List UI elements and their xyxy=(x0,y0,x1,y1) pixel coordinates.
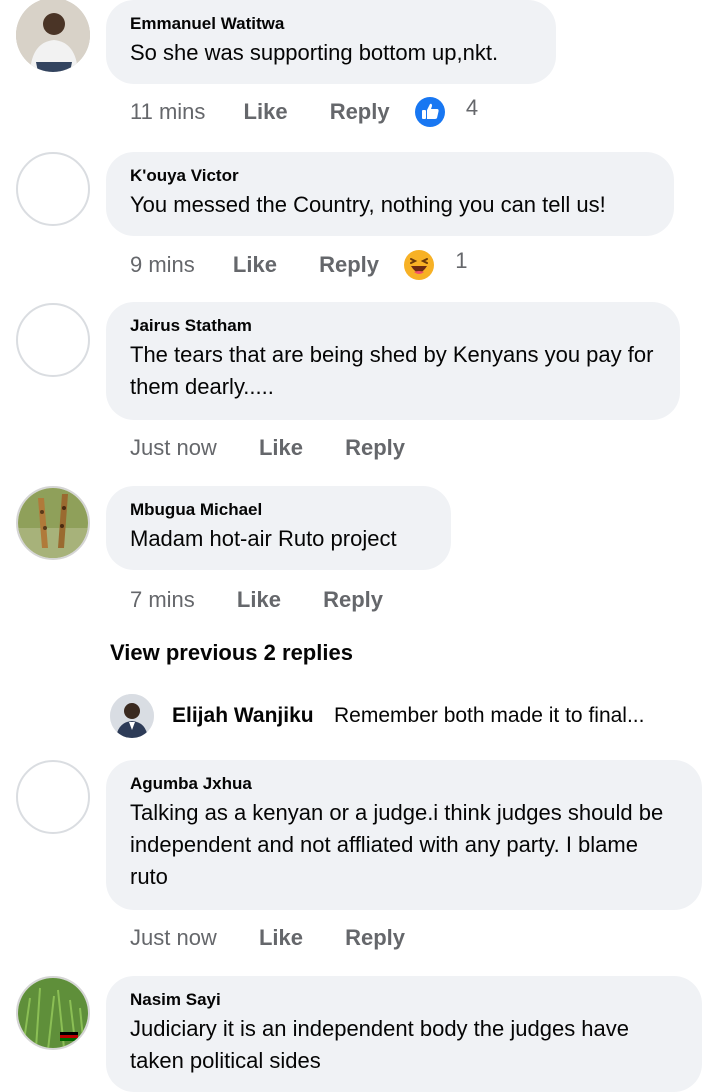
like-button[interactable]: Like xyxy=(244,97,288,127)
reply-author[interactable]: Elijah Wanjiku xyxy=(172,704,314,728)
comment-author[interactable]: Agumba Jxhua xyxy=(130,774,678,794)
reply-text: Remember both made it to final... xyxy=(334,704,645,727)
avatar-jairus-statham[interactable] xyxy=(16,303,90,377)
profile-photo-icon xyxy=(16,0,90,72)
comment-author[interactable]: Jairus Statham xyxy=(130,316,656,336)
avatar-mbugua-michael[interactable] xyxy=(16,486,90,560)
like-button[interactable]: Like xyxy=(259,923,303,953)
reaction-count[interactable]: 1 xyxy=(455,246,467,276)
reply-button[interactable]: Reply xyxy=(319,250,379,280)
reply-button[interactable]: Reply xyxy=(345,923,405,953)
reply-preview[interactable]: Elijah Wanjiku Remember both made it to … xyxy=(110,692,710,740)
comment-text: The tears that are being shed by Kenyans… xyxy=(130,342,654,399)
comment-text: You messed the Country, nothing you can … xyxy=(130,192,606,217)
like-reaction-icon[interactable] xyxy=(414,96,446,128)
reaction-count[interactable]: 4 xyxy=(466,93,478,123)
comment-text: Judiciary it is an independent body the … xyxy=(130,1016,630,1073)
comment-actions: 9 mins Like Reply 1 xyxy=(130,246,468,281)
avatar-nasim-sayi[interactable] xyxy=(16,976,90,1050)
comment-bubble[interactable]: Nasim Sayi Judiciary it is an independen… xyxy=(106,976,702,1092)
comment-author[interactable]: Mbugua Michael xyxy=(130,500,427,520)
comment-bubble[interactable]: Jairus Statham The tears that are being … xyxy=(106,302,680,420)
avatar-emmanuel-watitwa[interactable] xyxy=(16,0,90,72)
comment-text: So she was supporting bottom up,nkt. xyxy=(130,40,499,65)
comment-actions: Just now Like Reply xyxy=(130,922,405,952)
comment-time[interactable]: Just now xyxy=(130,433,217,463)
comment-bubble[interactable]: K'ouya Victor You messed the Country, no… xyxy=(106,152,674,236)
comment-author[interactable]: K'ouya Victor xyxy=(130,166,650,186)
laughing-emoji-icon[interactable] xyxy=(403,249,435,281)
comment-text: Talking as a kenyan or a judge.i think j… xyxy=(130,800,664,889)
comment-time[interactable]: 7 mins xyxy=(130,585,195,615)
comment-actions: 7 mins Like Reply xyxy=(130,584,383,614)
avatar-kouya-victor[interactable] xyxy=(16,152,90,226)
avatar-agumba-jxhua[interactable] xyxy=(16,760,90,834)
comment-bubble[interactable]: Emmanuel Watitwa So she was supporting b… xyxy=(106,0,556,84)
comment-actions: 11 mins Like Reply 4 xyxy=(130,93,478,128)
view-previous-replies-link[interactable]: View previous 2 replies xyxy=(110,640,353,666)
comment-time[interactable]: Just now xyxy=(130,923,217,953)
comment-text: Madam hot-air Ruto project xyxy=(130,526,397,551)
comment-bubble[interactable]: Agumba Jxhua Talking as a kenyan or a ju… xyxy=(106,760,702,910)
giraffe-photo-icon xyxy=(18,488,88,558)
reply-button[interactable]: Reply xyxy=(323,585,383,615)
comment-author[interactable]: Emmanuel Watitwa xyxy=(130,14,532,34)
comment-actions: Just now Like Reply xyxy=(130,432,405,462)
like-button[interactable]: Like xyxy=(259,433,303,463)
like-button[interactable]: Like xyxy=(233,250,277,280)
reply-button[interactable]: Reply xyxy=(330,97,390,127)
comment-time[interactable]: 9 mins xyxy=(130,250,195,280)
comment-bubble[interactable]: Mbugua Michael Madam hot-air Ruto projec… xyxy=(106,486,451,570)
avatar-elijah-wanjiku[interactable] xyxy=(110,694,154,738)
profile-photo-icon xyxy=(110,694,154,738)
comment-time[interactable]: 11 mins xyxy=(130,97,205,127)
like-button[interactable]: Like xyxy=(237,585,281,615)
reply-button[interactable]: Reply xyxy=(345,433,405,463)
grass-photo-icon xyxy=(18,978,88,1048)
comment-author[interactable]: Nasim Sayi xyxy=(130,990,678,1010)
